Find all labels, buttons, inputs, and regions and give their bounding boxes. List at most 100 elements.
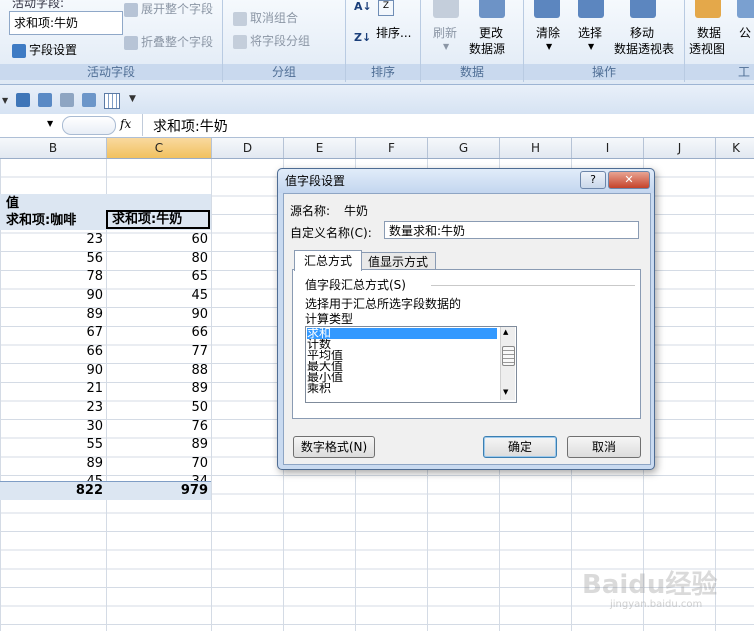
clear-dropdown-icon[interactable]: ▼: [546, 42, 552, 51]
pivot-cell-milk[interactable]: 89: [106, 379, 208, 398]
cancel-button[interactable]: 取消: [567, 436, 641, 458]
column-header-d[interactable]: D: [212, 138, 284, 158]
pivot-cell-milk[interactable]: 90: [106, 305, 208, 324]
move-pivot-button-line1[interactable]: 移动: [630, 24, 654, 41]
list-item-product[interactable]: 乘积: [307, 383, 497, 394]
select-dropdown-icon[interactable]: ▼: [588, 42, 594, 51]
pivot-chart-button-line2[interactable]: 透视图: [689, 40, 725, 57]
list-item-min[interactable]: 最小值: [307, 372, 497, 383]
change-source-button-line2[interactable]: 数据源: [469, 40, 505, 57]
pivot-cell-milk[interactable]: 76: [106, 417, 208, 436]
field-settings-button[interactable]: 字段设置: [12, 41, 77, 58]
column-header-g[interactable]: G: [428, 138, 500, 158]
column-header-i[interactable]: I: [572, 138, 644, 158]
print-preview-icon[interactable]: [82, 93, 96, 107]
list-item-count[interactable]: 计数: [307, 339, 497, 350]
active-field-group: 活动字段: 求和项:牛奶 字段设置 展开整个字段 折叠整个字段 活动字段: [0, 0, 223, 82]
pivot-cell-milk[interactable]: 80: [106, 249, 208, 268]
pivot-cell-coffee[interactable]: 23: [0, 398, 103, 417]
pivot-cell-milk[interactable]: 45: [106, 286, 208, 305]
scroll-down-icon[interactable]: ▼: [503, 388, 508, 396]
group-group-label: 分组: [223, 64, 345, 80]
collapse-field-button[interactable]: 折叠整个字段: [124, 33, 213, 50]
pivot-cell-coffee[interactable]: 56: [0, 249, 103, 268]
pivot-cell-coffee[interactable]: 89: [0, 305, 103, 324]
custom-name-input[interactable]: 数量求和:牛奶: [384, 221, 639, 239]
column-header-f[interactable]: F: [356, 138, 428, 158]
pivot-cell-coffee[interactable]: 30: [0, 417, 103, 436]
pivot-cell-milk[interactable]: 70: [106, 454, 208, 473]
pivot-cell-coffee[interactable]: 78: [0, 267, 103, 286]
name-box-dropdown-icon[interactable]: ▼: [47, 119, 53, 128]
undo-icon[interactable]: [16, 93, 30, 107]
pivot-col-b-header[interactable]: 求和项:咖啡: [6, 211, 76, 230]
pivot-cell-coffee[interactable]: 90: [0, 361, 103, 380]
pivot-cell-coffee[interactable]: 67: [0, 323, 103, 342]
column-headers: B C D E F G H I J K: [0, 138, 754, 159]
ok-button[interactable]: 确定: [483, 436, 557, 458]
pivot-cell-coffee[interactable]: 21: [0, 379, 103, 398]
pivot-cell-coffee[interactable]: 90: [0, 286, 103, 305]
listbox-scrollbar[interactable]: ▲ ▼: [500, 327, 515, 400]
select-button[interactable]: 选择: [578, 24, 602, 41]
save-icon[interactable]: [38, 93, 52, 107]
dialog-titlebar[interactable]: 值字段设置 ? ✕: [278, 169, 654, 193]
actions-group-label: 操作: [524, 64, 684, 80]
pivot-cell-milk[interactable]: 88: [106, 361, 208, 380]
pivot-cell-milk[interactable]: 66: [106, 323, 208, 342]
pivot-chart-button-line1[interactable]: 数据: [697, 24, 721, 41]
sort-az-icon[interactable]: A↓: [354, 0, 372, 13]
column-header-b[interactable]: B: [0, 138, 107, 158]
pivot-cell-coffee[interactable]: 23: [0, 230, 103, 249]
spell-check-icon[interactable]: [60, 93, 74, 107]
pivot-cell-milk[interactable]: 50: [106, 398, 208, 417]
ungroup-button[interactable]: 取消组合: [233, 9, 298, 26]
calculation-type-listbox[interactable]: 求和 计数 平均值 最大值 最小值 乘积 ▲ ▼: [305, 326, 517, 403]
formula-splitter-handle[interactable]: [62, 116, 116, 135]
table-icon[interactable]: [104, 93, 120, 109]
sort-az-box-icon[interactable]: Z: [378, 0, 394, 16]
move-pivot-button-line2[interactable]: 数据透视表: [614, 40, 674, 57]
column-header-e[interactable]: E: [284, 138, 356, 158]
pivot-cell-coffee[interactable]: 89: [0, 454, 103, 473]
close-button[interactable]: ✕: [608, 171, 650, 189]
column-header-j[interactable]: J: [644, 138, 716, 158]
pivot-cell-coffee[interactable]: 66: [0, 342, 103, 361]
insert-function-icon[interactable]: fx: [120, 117, 131, 131]
scroll-up-icon[interactable]: ▲: [503, 328, 508, 336]
pivot-cell-milk[interactable]: 77: [106, 342, 208, 361]
help-button[interactable]: ?: [580, 171, 606, 189]
pivot-total-b[interactable]: 822: [0, 481, 103, 500]
formula-input[interactable]: 求和项:牛奶: [153, 116, 228, 136]
refresh-dropdown-icon[interactable]: ▼: [443, 42, 449, 51]
clear-button[interactable]: 清除: [536, 24, 560, 41]
list-item-average[interactable]: 平均值: [307, 350, 497, 361]
sort-za-icon[interactable]: Z↓: [354, 31, 371, 44]
pivot-cell-milk[interactable]: 89: [106, 435, 208, 454]
quick-access-toolbar: ▼ ▼: [0, 85, 754, 115]
number-format-button[interactable]: 数字格式(N): [293, 436, 375, 458]
watermark-url: jingyan.baidu.com: [610, 599, 703, 610]
column-header-k[interactable]: K: [716, 138, 754, 158]
qat-customize-icon[interactable]: ▼: [129, 94, 136, 104]
pivot-cell-coffee[interactable]: 55: [0, 435, 103, 454]
tab-summarize-by[interactable]: 汇总方式: [294, 250, 362, 271]
pivot-col-c-header-selected[interactable]: 求和项:牛奶: [106, 210, 210, 229]
expand-field-button[interactable]: 展开整个字段: [124, 0, 213, 17]
ungroup-icon: [233, 11, 247, 26]
active-field-input[interactable]: 求和项:牛奶: [9, 11, 123, 35]
column-header-c[interactable]: C: [107, 138, 212, 158]
expand-field-label: 展开整个字段: [141, 2, 214, 16]
pivot-cell-milk[interactable]: 60: [106, 230, 208, 249]
change-source-button-line1[interactable]: 更改: [479, 24, 503, 41]
column-header-h[interactable]: H: [500, 138, 572, 158]
sort-button[interactable]: 排序...: [376, 24, 411, 41]
group-field-button[interactable]: 将字段分组: [233, 32, 310, 49]
list-item-max[interactable]: 最大值: [307, 361, 497, 372]
scrollbar-thumb[interactable]: [502, 346, 515, 366]
list-item-sum[interactable]: 求和: [307, 328, 497, 339]
formula-button[interactable]: 公: [739, 24, 751, 41]
pivot-total-c[interactable]: 979: [106, 481, 208, 500]
refresh-button[interactable]: 刷新: [433, 24, 457, 41]
pivot-cell-milk[interactable]: 65: [106, 267, 208, 286]
